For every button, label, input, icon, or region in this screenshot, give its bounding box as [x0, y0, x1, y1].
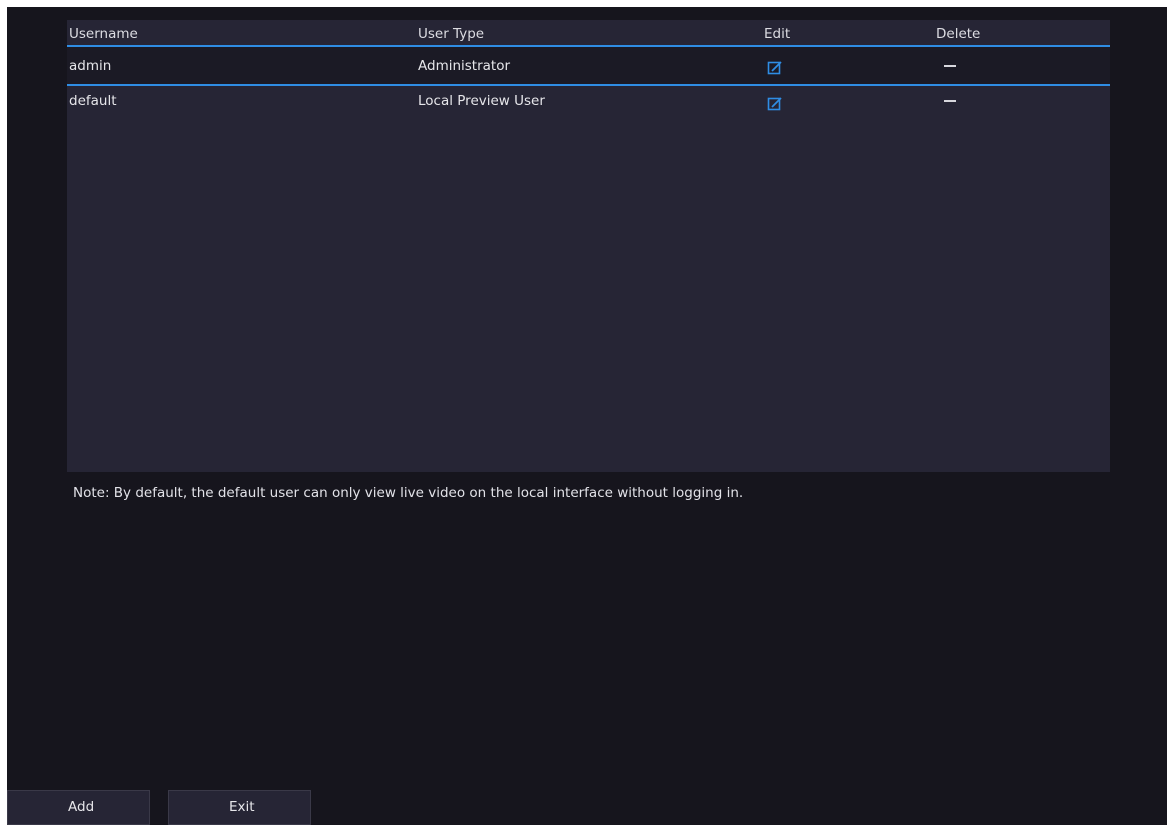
username-cell: default [69, 93, 117, 109]
exit-button[interactable]: Exit [168, 790, 311, 825]
delete-disabled-icon [944, 100, 956, 102]
add-button[interactable]: Add [7, 790, 150, 825]
header-user-type: User Type [418, 26, 485, 42]
table-row[interactable]: default Local Preview User [67, 86, 1110, 124]
username-cell: admin [69, 58, 112, 74]
user-table: Username User Type Edit Delete admin Adm… [67, 20, 1110, 472]
header-edit: Edit [764, 26, 791, 42]
edit-icon[interactable] [767, 60, 783, 76]
delete-disabled-icon [944, 65, 956, 67]
note-text: Note: By default, the default user can o… [73, 485, 744, 501]
table-row[interactable]: admin Administrator [67, 47, 1110, 86]
header-delete: Delete [936, 26, 981, 42]
edit-icon[interactable] [767, 96, 783, 112]
user-type-cell: Administrator [418, 58, 511, 74]
header-username: Username [69, 26, 138, 42]
user-type-cell: Local Preview User [418, 93, 545, 109]
user-management-screen: Username User Type Edit Delete admin Adm… [7, 7, 1167, 825]
table-header: Username User Type Edit Delete [67, 20, 1110, 47]
